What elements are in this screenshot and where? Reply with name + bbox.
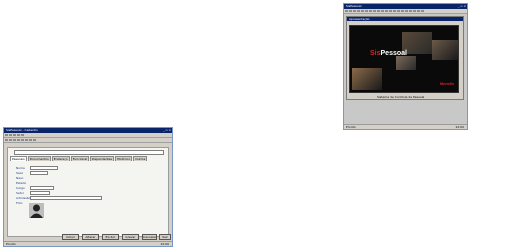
toolbar [4, 138, 172, 143]
company-logo: Morello [439, 81, 454, 86]
toolbar-button[interactable] [389, 10, 392, 12]
status-text: Pronto [6, 242, 16, 246]
menu-item[interactable] [17, 134, 20, 136]
field-label: Admissão [16, 196, 31, 200]
tab-outros[interactable]: Outros [133, 156, 148, 161]
toolbar-button[interactable] [9, 139, 12, 141]
toolbar-button[interactable] [21, 139, 24, 141]
toolbar-button[interactable] [417, 10, 420, 12]
photo-panel [352, 68, 382, 90]
toolbar-button[interactable] [349, 10, 352, 12]
tab-pessoais[interactable]: Pessoais [10, 156, 27, 161]
status-bar: Pronto 12:00 [344, 124, 467, 129]
id-field[interactable] [14, 150, 164, 155]
toolbar-button[interactable] [13, 139, 16, 141]
tab-dependentes[interactable]: Dependentes [90, 156, 115, 161]
cadastro-title: SisPessoal - Cadastro [6, 128, 38, 132]
field-label: Cargo [16, 186, 25, 190]
window-controls[interactable]: _ ▫ × [163, 128, 171, 133]
cadastro-window: SisPessoal - Cadastro _ ▫ × Pessoais Doc… [3, 127, 173, 247]
cargo-input[interactable] [30, 186, 54, 190]
field-label: Foto [16, 201, 23, 205]
form-tabs: Pessoais Documentos Endereço Funcional D… [10, 156, 148, 161]
toolbar-button[interactable] [345, 10, 348, 12]
toolbar-button[interactable] [365, 10, 368, 12]
toolbar-button[interactable] [381, 10, 384, 12]
setor-input[interactable] [30, 191, 50, 195]
field-label: Nasc. [16, 176, 25, 180]
toolbar-button[interactable] [401, 10, 404, 12]
toolbar [344, 9, 467, 14]
tab-funcional[interactable]: Funcional [70, 156, 90, 161]
field-label: Setor [16, 191, 24, 195]
toolbar-button[interactable] [25, 139, 28, 141]
toolbar-button[interactable] [397, 10, 400, 12]
gravar-button[interactable]: Gravar [122, 234, 139, 240]
status-clock: 12:00 [455, 125, 464, 129]
toolbar-button[interactable] [5, 139, 8, 141]
toolbar-button[interactable] [361, 10, 364, 12]
toolbar-button[interactable] [393, 10, 396, 12]
menu-item[interactable] [13, 134, 16, 136]
photo-panel [396, 56, 416, 70]
photo-panel [432, 40, 458, 60]
splash-image: SisPessoal Morello [349, 25, 459, 93]
admissao-input[interactable] [30, 196, 102, 200]
incluir-button[interactable]: Incluir [62, 234, 79, 240]
toolbar-button[interactable] [385, 10, 388, 12]
avatar [29, 203, 44, 218]
nome-input[interactable] [30, 166, 58, 170]
menu-item[interactable] [5, 134, 8, 136]
toolbar-button[interactable] [17, 139, 20, 141]
sexo-input[interactable] [30, 171, 48, 175]
sair-button[interactable]: Sair [159, 234, 171, 240]
toolbar-button[interactable] [405, 10, 408, 12]
status-text: Pronto [346, 125, 356, 129]
excluir-button[interactable]: Excluir [102, 234, 119, 240]
toolbar-button[interactable] [373, 10, 376, 12]
field-label: Sexo [16, 171, 24, 175]
tab-endereco[interactable]: Endereço [51, 156, 70, 161]
toolbar-button[interactable] [357, 10, 360, 12]
field-label: Estado [16, 181, 27, 185]
brand-logo: SisPessoal [370, 50, 407, 57]
alterar-button[interactable]: Alterar [82, 234, 99, 240]
cadastro-titlebar[interactable]: SisPessoal - Cadastro _ ▫ × [4, 128, 172, 133]
toolbar-button[interactable] [413, 10, 416, 12]
toolbar-button[interactable] [409, 10, 412, 12]
splash-title: Apresentação [347, 17, 463, 21]
tab-historico[interactable]: Histórico [115, 156, 133, 161]
person-icon [29, 203, 44, 218]
toolbar-button[interactable] [377, 10, 380, 12]
toolbar-button[interactable] [33, 139, 36, 141]
window-controls[interactable]: _ ▫ × [458, 4, 466, 9]
menu-item[interactable] [9, 134, 12, 136]
toolbar-button[interactable] [353, 10, 356, 12]
status-clock: 12:00 [160, 242, 169, 246]
main-window: SisPessoal _ ▫ × Apresentação SisPessoal… [343, 3, 468, 130]
field-label: Nome [16, 166, 25, 170]
main-titlebar[interactable]: SisPessoal _ ▫ × [344, 4, 467, 9]
main-title: SisPessoal [346, 4, 362, 8]
splash-caption: Sistema de Controle de Pessoal [377, 95, 425, 99]
splash-child-window: Apresentação SisPessoal Morello Sistema … [346, 16, 464, 100]
toolbar-button[interactable] [369, 10, 372, 12]
tab-documentos[interactable]: Documentos [27, 156, 51, 161]
menu-item[interactable] [21, 134, 24, 136]
status-bar: Pronto 12:00 [4, 241, 172, 246]
toolbar-button[interactable] [29, 139, 32, 141]
cancelar-button[interactable]: Cancelar [142, 234, 157, 240]
toolbar-button[interactable] [421, 10, 424, 12]
